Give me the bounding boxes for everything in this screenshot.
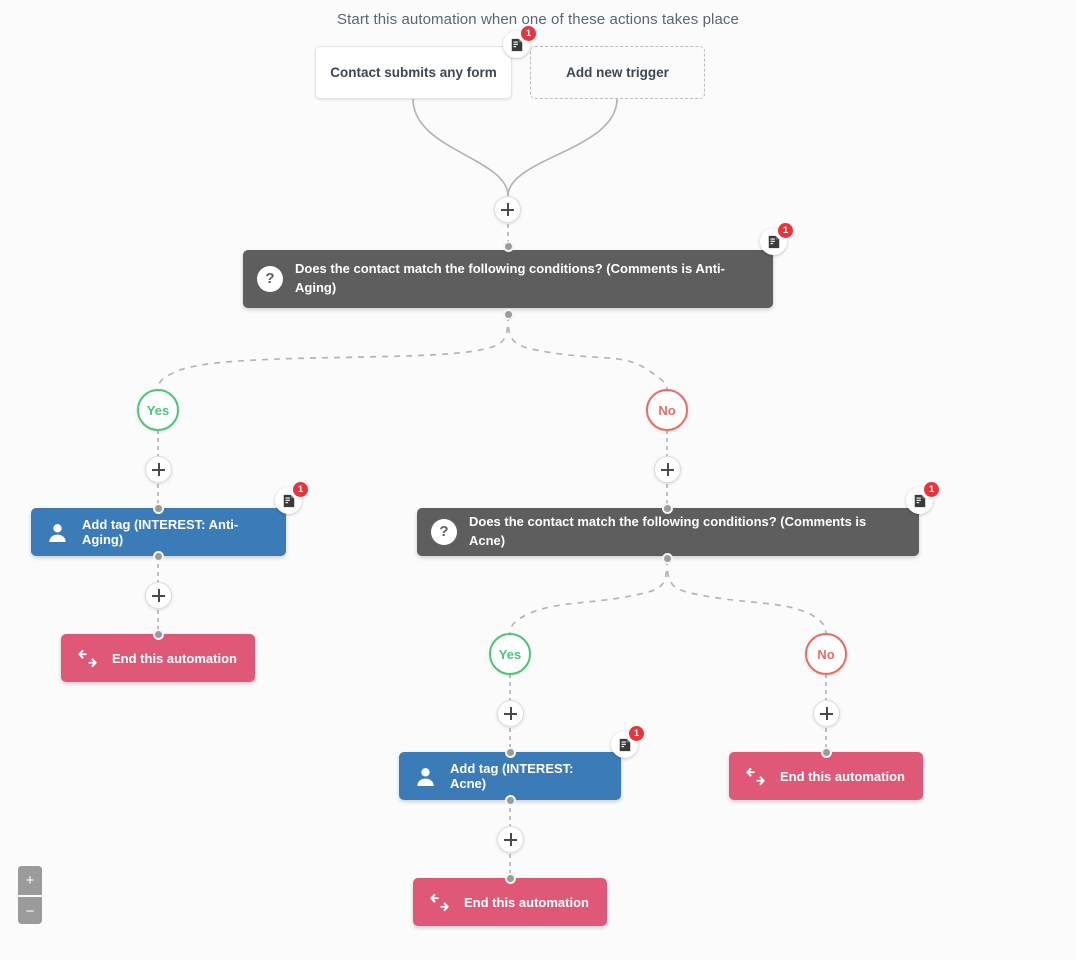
note-count: 1	[293, 482, 308, 497]
connector-knob	[503, 309, 514, 320]
action-label: End this automation	[464, 894, 589, 910]
branch-label: Yes	[146, 402, 170, 418]
note-badge-condition-anti-aging[interactable]: 1	[760, 223, 793, 255]
add-new-trigger-button[interactable]: Add new trigger	[530, 46, 705, 99]
action-block-end-automation-2[interactable]: End this automation	[413, 878, 607, 926]
branch-label: No	[658, 402, 676, 418]
connector-knob	[503, 241, 514, 252]
zoom-in-button[interactable]: +	[18, 866, 42, 895]
action-label: End this automation	[112, 650, 237, 666]
page-title: Start this automation when one of these …	[337, 11, 739, 28]
branch-no-anti-aging[interactable]: No	[646, 389, 688, 431]
connector-knob	[505, 747, 516, 758]
add-trigger-label: Add new trigger	[566, 65, 669, 80]
user-icon	[45, 520, 69, 544]
branch-label: Yes	[498, 646, 522, 662]
exchange-arrows-icon	[743, 764, 767, 788]
condition-label: Does the contact match the following con…	[295, 261, 725, 295]
branch-no-acne[interactable]: No	[805, 633, 847, 675]
connector-knob	[153, 503, 164, 514]
branch-yes-anti-aging[interactable]: Yes	[137, 389, 179, 431]
branch-label: No	[817, 646, 835, 662]
trigger-card-contact-submits-form[interactable]: Contact submits any form	[315, 46, 512, 99]
add-step-button-after-tag-1[interactable]	[145, 582, 172, 609]
note-badge-add-tag-acne[interactable]: 1	[611, 726, 644, 758]
connector-knob	[505, 795, 516, 806]
branch-yes-acne[interactable]: Yes	[489, 633, 531, 675]
condition-label: Does the contact match the following con…	[469, 514, 867, 548]
connector-knob	[662, 553, 673, 564]
trigger-label: Contact submits any form	[330, 65, 497, 80]
action-block-add-tag-acne[interactable]: Add tag (INTEREST: Acne)	[399, 752, 621, 800]
action-label: End this automation	[780, 768, 905, 784]
connector-knob	[153, 629, 164, 640]
connector-knob	[662, 503, 673, 514]
add-step-button-root[interactable]	[494, 196, 521, 223]
note-count: 1	[629, 726, 644, 741]
action-label: Add tag (INTEREST: Anti-Aging)	[82, 517, 239, 547]
condition-block-anti-aging[interactable]: ? Does the contact match the following c…	[243, 250, 773, 308]
action-block-end-automation-1[interactable]: End this automation	[61, 634, 255, 682]
exchange-arrows-icon	[427, 890, 451, 914]
action-label: Add tag (INTEREST: Acne)	[450, 761, 574, 791]
note-count: 1	[778, 223, 793, 238]
note-badge-condition-acne[interactable]: 1	[906, 482, 939, 514]
automation-canvas[interactable]: Start this automation when one of these …	[0, 0, 1076, 960]
condition-block-acne[interactable]: ? Does the contact match the following c…	[417, 508, 919, 556]
user-icon	[413, 764, 437, 788]
add-step-button-after-tag-2[interactable]	[497, 826, 524, 853]
note-badge-trigger[interactable]: 1	[503, 26, 536, 58]
note-count: 1	[521, 26, 536, 41]
zoom-out-button[interactable]: −	[18, 895, 42, 924]
action-block-end-automation-3[interactable]: End this automation	[729, 752, 923, 800]
zoom-controls[interactable]: + −	[18, 866, 42, 924]
connector-knob	[821, 747, 832, 758]
question-mark-icon: ?	[431, 519, 457, 545]
note-count: 1	[924, 482, 939, 497]
connector-knob	[153, 551, 164, 562]
add-step-button-no-2[interactable]	[813, 700, 840, 727]
connector-knob	[505, 873, 516, 884]
note-badge-add-tag-anti-aging[interactable]: 1	[275, 482, 308, 514]
add-step-button-yes-2[interactable]	[497, 700, 524, 727]
question-mark-icon: ?	[257, 265, 283, 292]
action-block-add-tag-anti-aging[interactable]: Add tag (INTEREST: Anti-Aging)	[31, 508, 286, 556]
add-step-button-no-1[interactable]	[654, 456, 681, 483]
exchange-arrows-icon	[75, 646, 99, 670]
add-step-button-yes-1[interactable]	[145, 456, 172, 483]
